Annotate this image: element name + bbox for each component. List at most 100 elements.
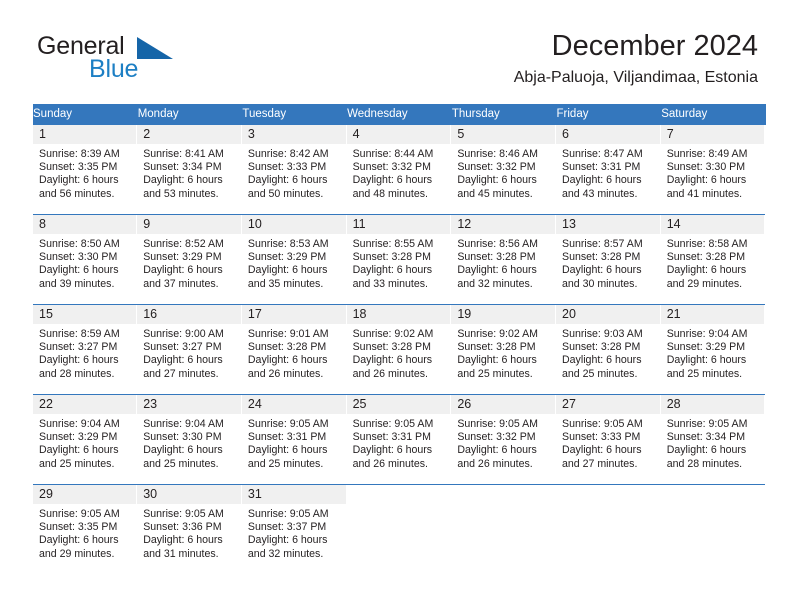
weekday-header-thursday: Thursday (451, 104, 557, 125)
day-details: Sunrise: 8:47 AM Sunset: 3:31 PM Dayligh… (556, 144, 661, 201)
daylight-text-line1: Daylight: 6 hours (247, 264, 328, 277)
calendar-cell[interactable]: 25 Sunrise: 9:05 AM Sunset: 3:31 PM Dayl… (346, 394, 452, 485)
day-details: Sunrise: 9:05 AM Sunset: 3:36 PM Dayligh… (137, 504, 242, 561)
calendar-cell[interactable]: 8 Sunrise: 8:50 AM Sunset: 3:30 PM Dayli… (33, 214, 138, 305)
calendar-cell[interactable]: 11 Sunrise: 8:55 AM Sunset: 3:28 PM Dayl… (346, 214, 452, 305)
daylight-text-line1: Daylight: 6 hours (666, 264, 747, 277)
calendar-cell[interactable]: 31 Sunrise: 9:05 AM Sunset: 3:37 PM Dayl… (241, 484, 347, 574)
calendar-cell[interactable]: 18 Sunrise: 9:02 AM Sunset: 3:28 PM Dayl… (346, 304, 452, 395)
sunset-text: Sunset: 3:28 PM (457, 251, 536, 264)
day-number: 21 (660, 305, 766, 324)
calendar-cell[interactable]: 16 Sunrise: 9:00 AM Sunset: 3:27 PM Dayl… (137, 304, 242, 395)
sunrise-text: Sunrise: 8:49 AM (666, 148, 748, 160)
calendar-cell-empty (556, 484, 661, 574)
calendar-cell[interactable]: 21 Sunrise: 9:04 AM Sunset: 3:29 PM Dayl… (660, 304, 766, 395)
calendar-cell[interactable]: 30 Sunrise: 9:05 AM Sunset: 3:36 PM Dayl… (137, 484, 242, 574)
calendar-cell[interactable]: 23 Sunrise: 9:04 AM Sunset: 3:30 PM Dayl… (137, 394, 242, 485)
day-number: 22 (33, 395, 138, 414)
daylight-text-line1: Daylight: 6 hours (457, 354, 537, 367)
sunset-text: Sunset: 3:28 PM (562, 341, 641, 354)
day-details: Sunrise: 8:49 AM Sunset: 3:30 PM Dayligh… (661, 144, 766, 201)
weekday-header-friday: Friday (556, 104, 662, 125)
sunrise-text: Sunrise: 8:50 AM (39, 238, 120, 250)
calendar-cell[interactable]: 2 Sunrise: 8:41 AM Sunset: 3:34 PM Dayli… (137, 124, 242, 215)
calendar-cell[interactable]: 4 Sunrise: 8:44 AM Sunset: 3:32 PM Dayli… (346, 124, 452, 215)
day-number: 8 (33, 215, 138, 234)
daylight-text-line1: Daylight: 6 hours (562, 264, 642, 277)
calendar-cell[interactable]: 1 Sunrise: 8:39 AM Sunset: 3:35 PM Dayli… (33, 124, 138, 215)
calendar-cell[interactable]: 19 Sunrise: 9:02 AM Sunset: 3:28 PM Dayl… (451, 304, 557, 395)
calendar-cell[interactable]: 24 Sunrise: 9:05 AM Sunset: 3:31 PM Dayl… (241, 394, 347, 485)
sunset-text: Sunset: 3:34 PM (666, 431, 746, 444)
daylight-text-line1: Daylight: 6 hours (562, 174, 642, 187)
day-number: 20 (556, 305, 661, 324)
sunset-text: Sunset: 3:28 PM (666, 251, 746, 264)
daylight-text-line1: Daylight: 6 hours (247, 354, 328, 367)
sunset-text: Sunset: 3:28 PM (562, 251, 641, 264)
calendar-cell[interactable]: 6 Sunrise: 8:47 AM Sunset: 3:31 PM Dayli… (556, 124, 661, 215)
calendar-cell[interactable]: 14 Sunrise: 8:58 AM Sunset: 3:28 PM Dayl… (660, 214, 766, 305)
day-details: Sunrise: 8:58 AM Sunset: 3:28 PM Dayligh… (661, 234, 766, 291)
sunrise-text: Sunrise: 8:55 AM (352, 238, 434, 250)
calendar-cell[interactable]: 10 Sunrise: 8:53 AM Sunset: 3:29 PM Dayl… (241, 214, 347, 305)
calendar-cell[interactable]: 15 Sunrise: 8:59 AM Sunset: 3:27 PM Dayl… (33, 304, 138, 395)
daylight-text-line2: and 27 minutes. (562, 457, 638, 470)
daylight-text-line1: Daylight: 6 hours (39, 534, 119, 547)
sunrise-text: Sunrise: 8:41 AM (143, 148, 224, 160)
sunset-text: Sunset: 3:27 PM (39, 341, 118, 354)
daylight-text-line2: and 29 minutes. (39, 547, 115, 560)
daylight-text-line1: Daylight: 6 hours (143, 264, 223, 277)
day-number: 13 (556, 215, 661, 234)
day-details: Sunrise: 8:55 AM Sunset: 3:28 PM Dayligh… (347, 234, 452, 291)
calendar-cell[interactable]: 5 Sunrise: 8:46 AM Sunset: 3:32 PM Dayli… (451, 124, 557, 215)
day-number (346, 485, 452, 504)
calendar-cell[interactable]: 26 Sunrise: 9:05 AM Sunset: 3:32 PM Dayl… (451, 394, 557, 485)
calendar-cell[interactable]: 17 Sunrise: 9:01 AM Sunset: 3:28 PM Dayl… (241, 304, 347, 395)
calendar-cell[interactable]: 28 Sunrise: 9:05 AM Sunset: 3:34 PM Dayl… (660, 394, 766, 485)
sunrise-text: Sunrise: 9:04 AM (39, 418, 120, 430)
sunset-text: Sunset: 3:32 PM (352, 161, 431, 174)
sunset-text: Sunset: 3:28 PM (352, 251, 431, 264)
daylight-text-line1: Daylight: 6 hours (666, 444, 747, 457)
title-block: December 2024 Abja-Paluoja, Viljandimaa,… (514, 28, 758, 89)
daylight-text-line1: Daylight: 6 hours (143, 534, 223, 547)
daylight-text-line1: Daylight: 6 hours (247, 534, 328, 547)
daylight-text-line2: and 30 minutes. (562, 277, 638, 290)
day-details: Sunrise: 9:00 AM Sunset: 3:27 PM Dayligh… (137, 324, 242, 381)
sunset-text: Sunset: 3:29 PM (39, 431, 118, 444)
sunrise-text: Sunrise: 9:03 AM (562, 328, 643, 340)
calendar-cell[interactable]: 29 Sunrise: 9:05 AM Sunset: 3:35 PM Dayl… (33, 484, 138, 574)
sunset-text: Sunset: 3:28 PM (247, 341, 327, 354)
calendar-cell[interactable]: 27 Sunrise: 9:05 AM Sunset: 3:33 PM Dayl… (556, 394, 661, 485)
day-details: Sunrise: 9:04 AM Sunset: 3:30 PM Dayligh… (137, 414, 242, 471)
daylight-text-line2: and 27 minutes. (143, 367, 219, 380)
day-details: Sunrise: 8:56 AM Sunset: 3:28 PM Dayligh… (451, 234, 556, 291)
day-details: Sunrise: 8:41 AM Sunset: 3:34 PM Dayligh… (137, 144, 242, 201)
calendar-cell[interactable]: 13 Sunrise: 8:57 AM Sunset: 3:28 PM Dayl… (556, 214, 661, 305)
daylight-text-line1: Daylight: 6 hours (562, 444, 642, 457)
calendar-table: Sunday Monday Tuesday Wednesday Thursday… (33, 104, 766, 574)
day-details: Sunrise: 8:39 AM Sunset: 3:35 PM Dayligh… (33, 144, 137, 201)
sunrise-text: Sunrise: 8:59 AM (39, 328, 120, 340)
brand-name-blue: Blue (89, 55, 139, 83)
day-number: 25 (346, 395, 452, 414)
day-number: 12 (451, 215, 557, 234)
daylight-text-line1: Daylight: 6 hours (39, 444, 119, 457)
calendar-week-row: 8 Sunrise: 8:50 AM Sunset: 3:30 PM Dayli… (33, 214, 766, 305)
calendar-cell[interactable]: 3 Sunrise: 8:42 AM Sunset: 3:33 PM Dayli… (241, 124, 347, 215)
daylight-text-line2: and 32 minutes. (457, 277, 533, 290)
calendar-cell[interactable]: 9 Sunrise: 8:52 AM Sunset: 3:29 PM Dayli… (137, 214, 242, 305)
day-details: Sunrise: 9:01 AM Sunset: 3:28 PM Dayligh… (242, 324, 347, 381)
sunrise-text: Sunrise: 8:52 AM (143, 238, 224, 250)
day-details: Sunrise: 9:05 AM Sunset: 3:35 PM Dayligh… (33, 504, 137, 561)
brand-logo[interactable]: General Blue (34, 34, 264, 92)
calendar-cell[interactable]: 20 Sunrise: 9:03 AM Sunset: 3:28 PM Dayl… (556, 304, 661, 395)
day-number: 11 (346, 215, 452, 234)
daylight-text-line2: and 26 minutes. (352, 367, 428, 380)
day-number: 18 (346, 305, 452, 324)
calendar-cell[interactable]: 7 Sunrise: 8:49 AM Sunset: 3:30 PM Dayli… (660, 124, 766, 215)
sunset-text: Sunset: 3:29 PM (247, 251, 327, 264)
calendar-cell[interactable]: 22 Sunrise: 9:04 AM Sunset: 3:29 PM Dayl… (33, 394, 138, 485)
day-number: 10 (241, 215, 347, 234)
calendar-cell[interactable]: 12 Sunrise: 8:56 AM Sunset: 3:28 PM Dayl… (451, 214, 557, 305)
